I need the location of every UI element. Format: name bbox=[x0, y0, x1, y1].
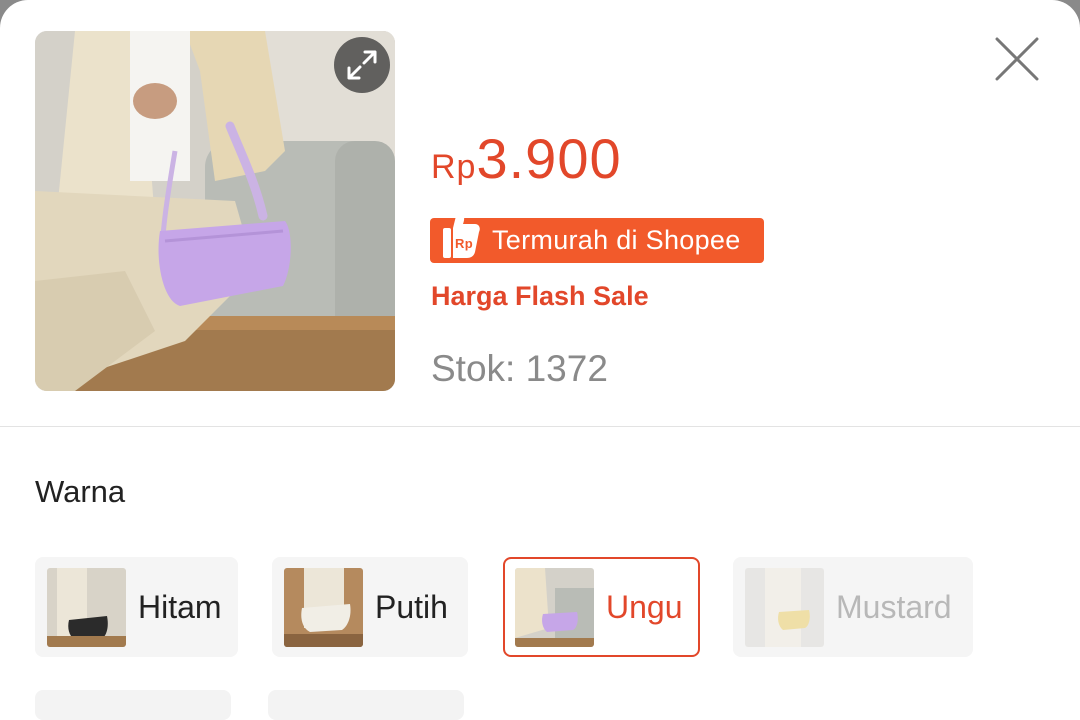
flash-sale-label: Harga Flash Sale bbox=[431, 281, 649, 311]
variant-label: Putih bbox=[375, 588, 448, 625]
product-price: Rp3.900 bbox=[431, 126, 622, 191]
color-section-title: Warna bbox=[35, 474, 126, 509]
variant-option-putih[interactable]: Putih bbox=[272, 557, 468, 657]
variant-thumbnail bbox=[284, 567, 363, 647]
close-button[interactable] bbox=[994, 36, 1040, 82]
variant-option-mustard[interactable]: Mustard bbox=[733, 557, 973, 657]
variant-option-partial[interactable] bbox=[35, 690, 231, 720]
variant-thumbnail bbox=[745, 567, 824, 647]
variant-label: Ungu bbox=[606, 588, 683, 625]
price-amount: 3.900 bbox=[476, 127, 622, 190]
variant-thumbnail bbox=[47, 567, 126, 647]
variant-option-ungu[interactable]: Ungu bbox=[503, 557, 700, 657]
variant-thumbnail bbox=[515, 567, 594, 647]
product-photo-illustration bbox=[35, 31, 395, 391]
section-divider bbox=[0, 426, 1080, 427]
svg-text:Rp: Rp bbox=[455, 236, 473, 251]
product-image[interactable] bbox=[35, 31, 395, 391]
variant-option-partial[interactable] bbox=[268, 690, 464, 720]
thumbs-up-rp-icon: Rp bbox=[443, 211, 480, 258]
expand-image-button[interactable] bbox=[334, 37, 390, 93]
variant-option-hitam[interactable]: Hitam bbox=[35, 557, 238, 657]
cheapest-badge: Rp Termurah di Shopee bbox=[430, 211, 764, 263]
variant-label: Mustard bbox=[836, 588, 952, 625]
stock-count: Stok: 1372 bbox=[431, 348, 608, 389]
price-currency: Rp bbox=[431, 148, 477, 186]
close-icon bbox=[995, 37, 1039, 81]
expand-arrows-icon bbox=[347, 50, 377, 80]
badge-label: Termurah di Shopee bbox=[492, 225, 741, 255]
variant-label: Hitam bbox=[138, 588, 222, 625]
variant-selection-sheet: Rp3.900 Rp Termurah di Shopee Harga Flas… bbox=[0, 0, 1080, 720]
